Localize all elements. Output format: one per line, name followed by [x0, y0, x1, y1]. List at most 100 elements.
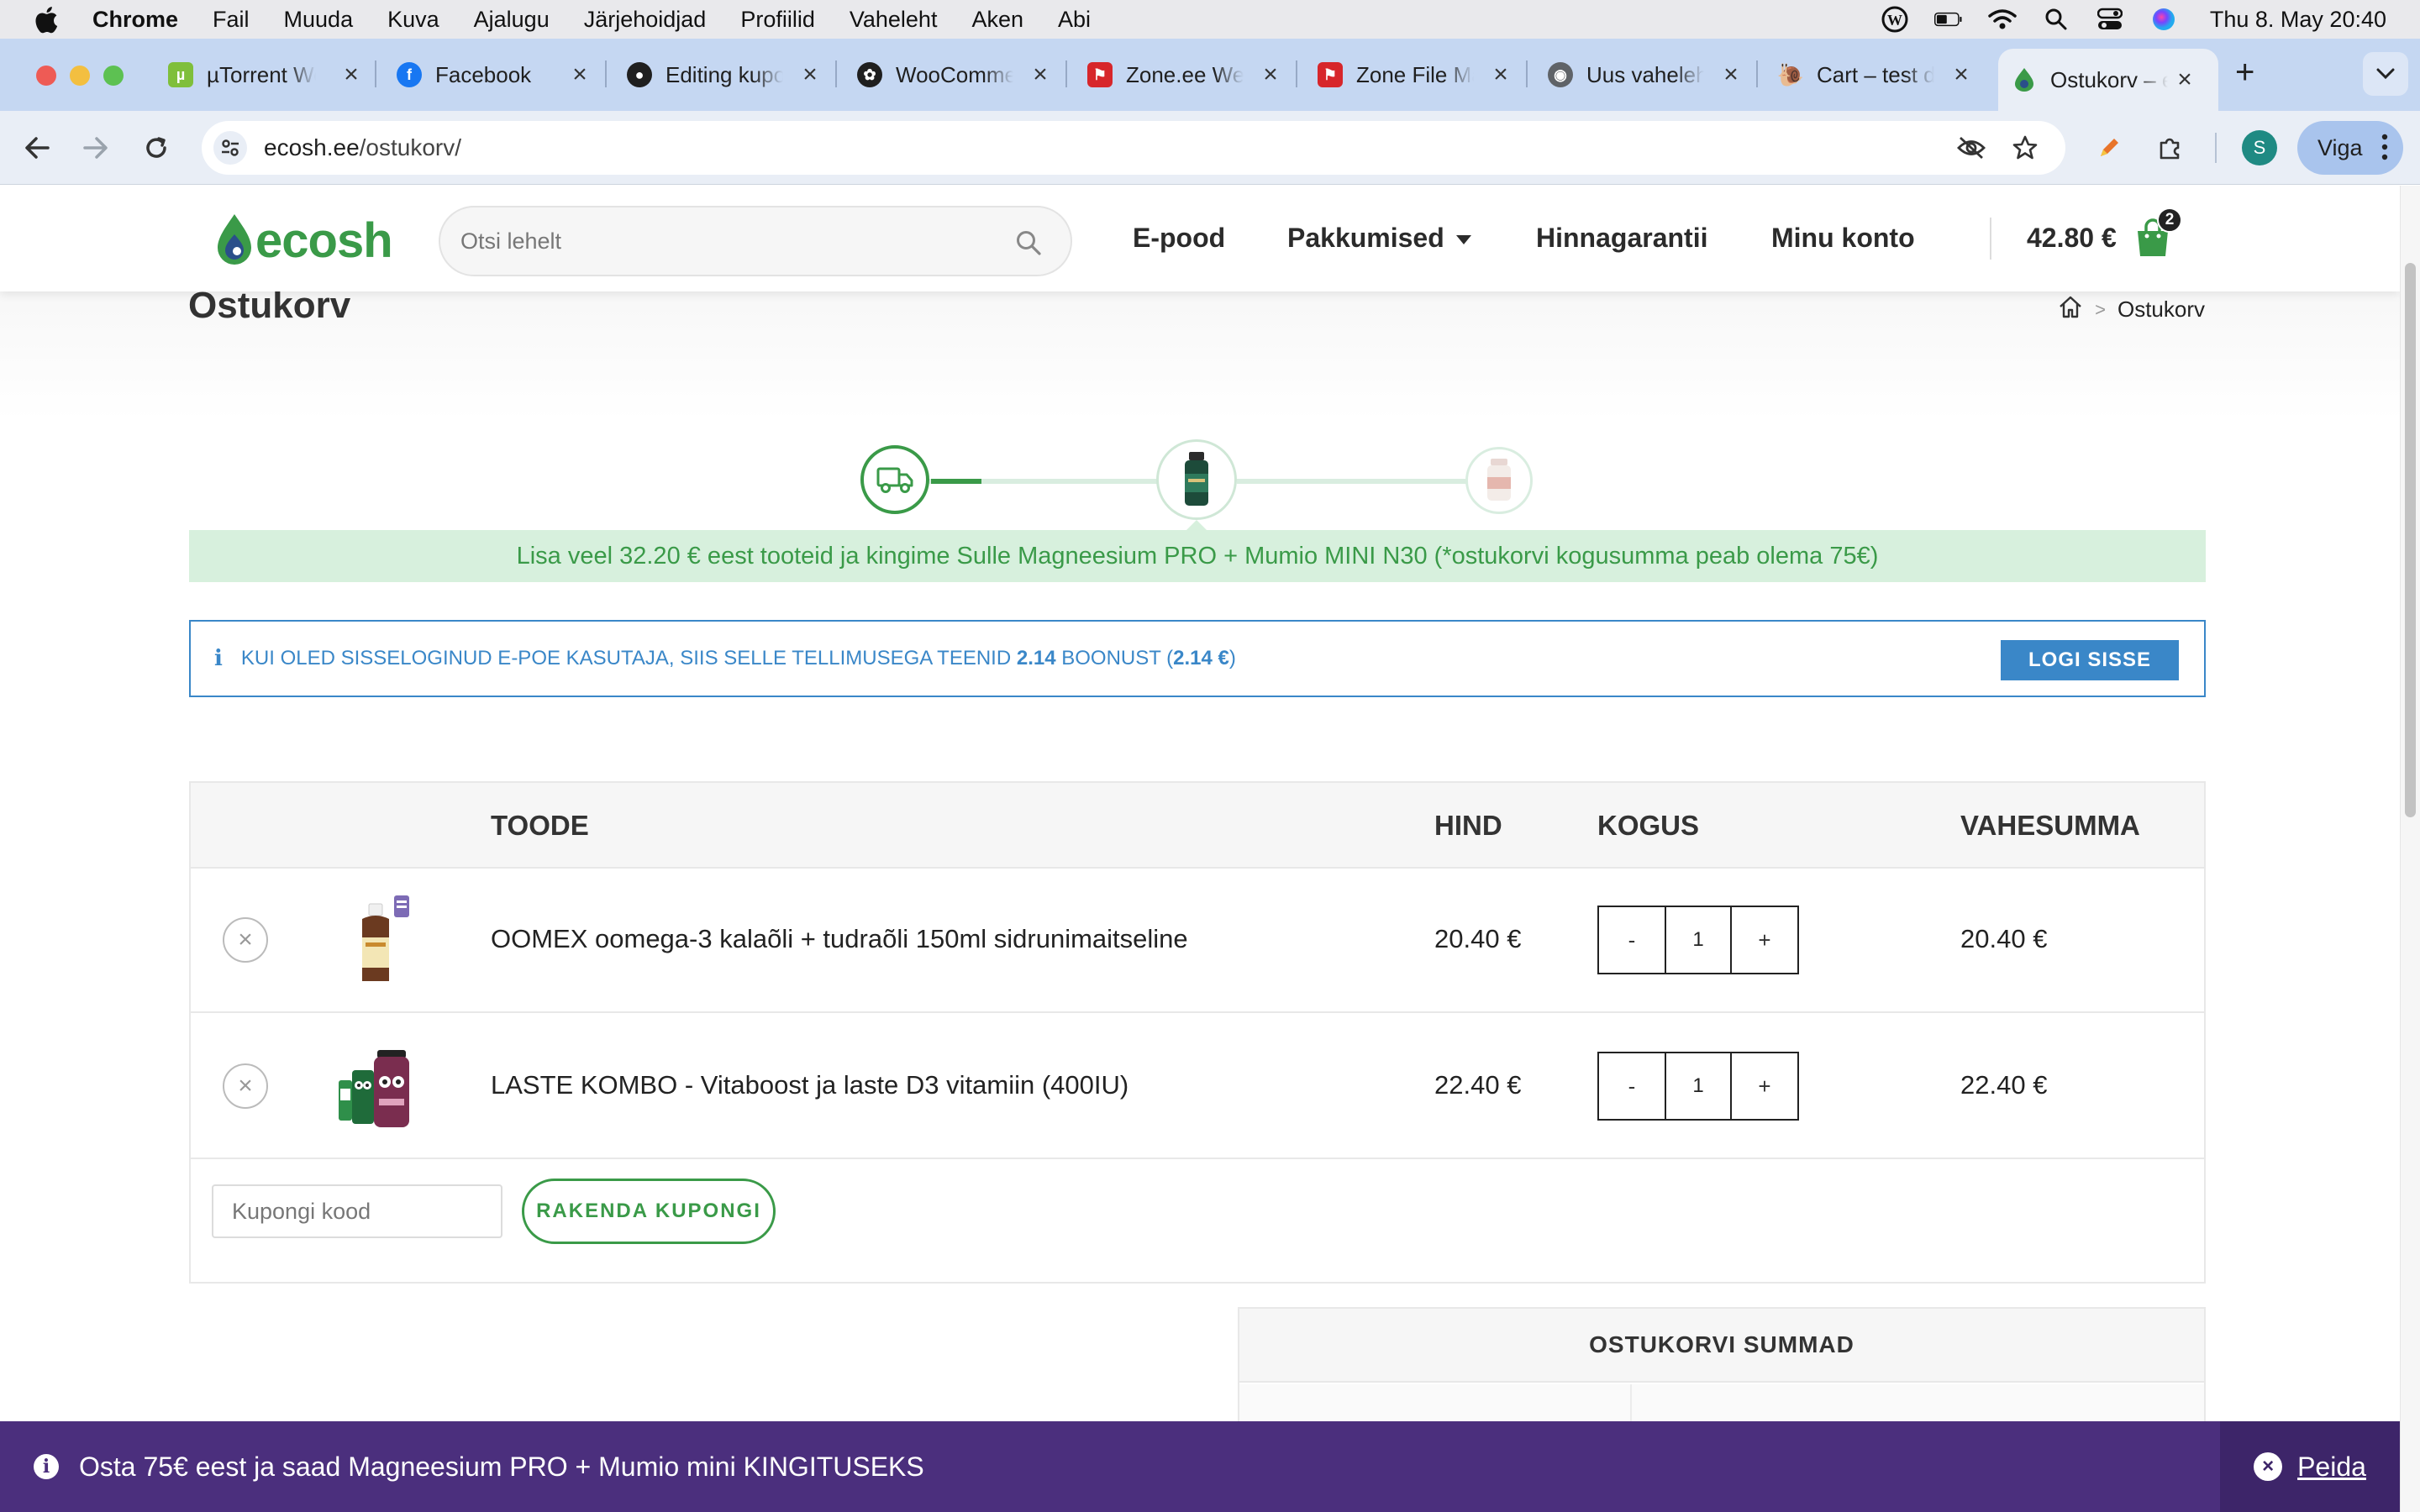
tab-title: Cart – test d: [1817, 61, 1934, 87]
header-cart-total[interactable]: 42.80 €: [2027, 223, 2117, 254]
snail-icon: 🐌: [1776, 61, 1805, 87]
tab-search-chevron-down-icon[interactable]: [2363, 52, 2408, 96]
menu-edit[interactable]: Muuda: [284, 7, 354, 33]
url-text[interactable]: ecosh.ee/ostukorv/: [264, 134, 461, 161]
nav-eshop[interactable]: E-pood: [1133, 223, 1225, 254]
wordpress-icon[interactable]: W: [1881, 6, 1909, 33]
menu-window[interactable]: Aken: [971, 7, 1023, 33]
quantity-decrease-button[interactable]: -: [1599, 907, 1665, 973]
window-close-button[interactable]: [36, 66, 56, 86]
search-icon[interactable]: [1015, 229, 1042, 260]
product-name[interactable]: LASTE KOMBO - Vitaboost ja laste D3 vita…: [491, 1070, 1128, 1100]
site-search-input[interactable]: [460, 228, 981, 255]
address-bar[interactable]: ecosh.ee/ostukorv/: [202, 121, 2065, 175]
remove-item-close-icon[interactable]: ×: [223, 1063, 268, 1109]
tab-separator: [1296, 60, 1297, 87]
openai-icon: ✿: [857, 62, 882, 87]
tab-close-icon[interactable]: ×: [1949, 60, 1973, 89]
tab-cart-test[interactable]: 🐌 Cart – test d ×: [1776, 52, 1973, 97]
profile-avatar[interactable]: S: [2242, 130, 2277, 165]
menu-history[interactable]: Ajalugu: [474, 7, 550, 33]
window-minimize-button[interactable]: [70, 66, 90, 86]
window-zoom-button[interactable]: [103, 66, 124, 86]
hide-banner-link[interactable]: Peida: [2297, 1452, 2366, 1483]
supplement-jar-icon: [1487, 459, 1511, 501]
tab-utorrent[interactable]: µ µTorrent Web ×: [168, 52, 363, 97]
forward-arrow-icon[interactable]: [77, 129, 114, 166]
menu-view[interactable]: Kuva: [387, 7, 439, 33]
url-host: ecosh.ee: [264, 134, 360, 160]
product-thumbnail[interactable]: [327, 1037, 428, 1137]
apple-icon[interactable]: [34, 5, 59, 34]
bonus-text-after: ): [1228, 647, 1236, 669]
tab-close-icon[interactable]: ×: [1259, 60, 1282, 89]
supplement-bottle-icon: [1185, 452, 1208, 506]
remove-item-close-icon[interactable]: ×: [223, 917, 268, 963]
ecosh-logo[interactable]: ecosh: [215, 211, 393, 270]
tab-close-icon[interactable]: ×: [798, 60, 822, 89]
tab-close-icon[interactable]: ×: [1489, 60, 1512, 89]
spotlight-search-icon[interactable]: [2042, 7, 2070, 32]
tab-facebook[interactable]: f Facebook ×: [397, 52, 592, 97]
bonus-info-box: i KUI OLED SISSELOGINUD E-POE KASUTAJA, …: [189, 620, 2206, 697]
nav-price-guarantee[interactable]: Hinnagarantii: [1536, 223, 1707, 254]
page-title-band: [0, 270, 2400, 421]
tab-close-icon[interactable]: ×: [1028, 60, 1052, 89]
tab-title: Uus vaheleht: [1586, 61, 1704, 87]
menu-bookmarks[interactable]: Järjehoidjad: [584, 7, 707, 33]
tab-zone-file[interactable]: ⚑ Zone File Ma ×: [1318, 52, 1512, 97]
tab-close-icon[interactable]: ×: [568, 60, 592, 89]
tab-new-tab[interactable]: ◉ Uus vaheleht ×: [1548, 52, 1743, 97]
product-thumbnail[interactable]: [327, 890, 428, 991]
quantity-input[interactable]: 1: [1665, 907, 1732, 973]
info-icon: i: [214, 646, 223, 671]
control-center-icon[interactable]: [2096, 7, 2124, 32]
reload-icon[interactable]: [138, 129, 175, 166]
kebab-menu-icon[interactable]: [2381, 133, 2388, 167]
tab-close-icon[interactable]: ×: [1719, 60, 1743, 89]
product-name[interactable]: OOMEX oomega-3 kalaõli + tudraõli 150ml …: [491, 924, 1188, 954]
siri-icon[interactable]: [2149, 7, 2178, 32]
quantity-increase-button[interactable]: +: [1732, 907, 1797, 973]
scrollbar-thumb[interactable]: [2405, 263, 2416, 817]
nav-my-account[interactable]: Minu konto: [1771, 223, 1915, 254]
apply-coupon-button[interactable]: RAKENDA KUPONGI: [522, 1179, 776, 1244]
nav-offers[interactable]: Pakkumised: [1287, 223, 1471, 254]
close-icon[interactable]: ×: [2254, 1452, 2283, 1481]
tracking-protection-eye-off-icon[interactable]: [1954, 131, 1988, 165]
menu-app-chrome[interactable]: Chrome: [92, 7, 178, 33]
bookmark-star-icon[interactable]: [2008, 131, 2042, 165]
coupon-code-input[interactable]: [212, 1184, 502, 1238]
tab-separator: [1065, 60, 1067, 87]
bonus-text-before: KUI OLED SISSELOGINUD E-POE KASUTAJA, SI…: [240, 647, 1017, 669]
home-icon[interactable]: [2058, 295, 2083, 324]
error-status-button[interactable]: Viga: [2297, 121, 2403, 175]
quantity-input[interactable]: 1: [1665, 1053, 1732, 1119]
menubar-clock[interactable]: Thu 8. May 20:40: [2210, 7, 2386, 33]
extensions-puzzle-icon[interactable]: [2153, 131, 2186, 165]
wifi-icon[interactable]: [1988, 7, 2017, 32]
menu-file[interactable]: Fail: [213, 7, 250, 33]
page-scrollbar[interactable]: [2400, 186, 2420, 1512]
tab-separator: [605, 60, 607, 87]
quantity-increase-button[interactable]: +: [1732, 1053, 1797, 1119]
tab-close-icon[interactable]: ×: [339, 60, 363, 89]
hide-banner-button[interactable]: × Peida: [2220, 1421, 2400, 1512]
login-button[interactable]: LOGI SISSE: [2001, 640, 2179, 680]
battery-icon[interactable]: [1933, 7, 1963, 32]
tab-zone-web[interactable]: ⚑ Zone.ee Web ×: [1087, 52, 1282, 97]
quantity-decrease-button[interactable]: -: [1599, 1053, 1665, 1119]
menu-profiles[interactable]: Profiilid: [740, 7, 815, 33]
tab-ostukorv-active[interactable]: Ostukorv – e ×: [1998, 49, 2218, 111]
tab-woocommerce[interactable]: ✿ WooCommerce ×: [857, 52, 1052, 97]
progress-step-magnesium-gift: [1156, 439, 1237, 520]
menu-tab[interactable]: Vaheleht: [850, 7, 938, 33]
menu-help[interactable]: Abi: [1058, 7, 1091, 33]
tab-github-editing[interactable]: ● Editing kupo ×: [627, 52, 822, 97]
tab-close-icon[interactable]: ×: [2173, 66, 2196, 94]
new-tab-plus-icon[interactable]: +: [2235, 54, 2254, 92]
back-arrow-icon[interactable]: [18, 129, 55, 166]
extension-pencil-icon[interactable]: [2092, 131, 2126, 165]
site-settings-icon[interactable]: [213, 131, 247, 165]
header-separator: [1990, 218, 1991, 260]
